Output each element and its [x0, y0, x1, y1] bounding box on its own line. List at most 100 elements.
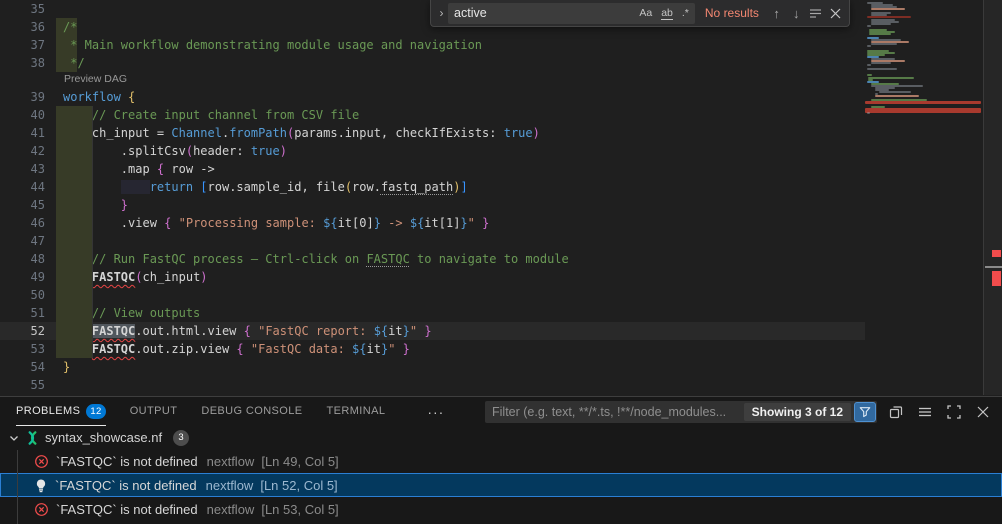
- code-line-51[interactable]: 51 // View outputs: [0, 304, 865, 322]
- code-line-50[interactable]: 50: [0, 286, 865, 304]
- code-line-41[interactable]: 41 ch_input = Channel.fromPath(params.in…: [0, 124, 865, 142]
- code-line-40[interactable]: 40 // Create input channel from CSV file: [0, 106, 865, 124]
- code-token: ${: [352, 342, 366, 356]
- code-line-44[interactable]: 44 return [row.sample_id, file(row.fastq…: [0, 178, 865, 196]
- code-token: ): [280, 144, 287, 158]
- line-number: 55: [0, 376, 45, 394]
- problem-location: [Ln 52, Col 5]: [260, 478, 337, 493]
- code-token: ${: [323, 216, 337, 230]
- tab-terminal[interactable]: TERMINAL: [327, 397, 386, 426]
- close-find-icon[interactable]: [825, 3, 845, 24]
- code-text: workflow {: [63, 88, 135, 106]
- code-line-42[interactable]: 42 .splitCsv(header: true): [0, 142, 865, 160]
- panel-tabs: PROBLEMS 12 OUTPUT DEBUG CONSOLE TERMINA…: [0, 397, 444, 426]
- file-name: syntax_showcase.nf: [45, 430, 162, 445]
- code-text: }: [63, 358, 70, 376]
- problems-file-group[interactable]: syntax_showcase.nf 3: [0, 426, 1002, 449]
- find-in-selection-icon[interactable]: [806, 3, 826, 24]
- match-case-icon[interactable]: Aa: [635, 5, 656, 21]
- code-editor[interactable]: 3536/*37 * Main workflow demonstrating m…: [0, 0, 865, 395]
- find-results-label: No results: [705, 6, 759, 20]
- code-line-39[interactable]: 39workflow {: [0, 88, 865, 106]
- code-token: [63, 270, 92, 284]
- problem-row[interactable]: `FASTQC` is not definednextflow[Ln 49, C…: [0, 449, 1002, 473]
- next-match-icon[interactable]: ↓: [786, 3, 806, 24]
- close-panel-icon[interactable]: [972, 401, 994, 423]
- codelens-preview-dag[interactable]: Preview DAG: [0, 72, 865, 88]
- minimap-line: [867, 64, 871, 66]
- previous-match-icon[interactable]: ↑: [767, 3, 787, 24]
- line-number: 46: [0, 214, 45, 232]
- code-line-45[interactable]: 45 }: [0, 196, 865, 214]
- code-line-49[interactable]: 49 FASTQC(ch_input): [0, 268, 865, 286]
- code-token: [: [200, 180, 207, 194]
- overview-ruler: [983, 0, 1002, 395]
- minimap-line: [871, 62, 891, 64]
- code-text: ch_input = Channel.fromPath(params.input…: [63, 124, 540, 142]
- minimap-line: [867, 25, 871, 27]
- tab-output[interactable]: OUTPUT: [130, 397, 178, 426]
- panel-header: PROBLEMS 12 OUTPUT DEBUG CONSOLE TERMINA…: [0, 397, 1002, 426]
- code-token: [171, 216, 178, 230]
- code-token: fastq_path: [381, 180, 453, 194]
- problems-filter-input[interactable]: [492, 405, 744, 419]
- regex-icon[interactable]: .*: [678, 5, 693, 21]
- code-line-53[interactable]: 53 FASTQC.out.zip.view { "FastQC data: $…: [0, 340, 865, 358]
- filter-funnel-icon[interactable]: [854, 402, 876, 422]
- code-line-37[interactable]: 37 * Main workflow demonstrating module …: [0, 36, 865, 54]
- whole-word-icon[interactable]: ab: [657, 5, 677, 21]
- code-text: FASTQC(ch_input): [63, 268, 208, 286]
- tab-problems[interactable]: PROBLEMS 12: [16, 397, 106, 426]
- code-token: {: [236, 342, 243, 356]
- line-number: 41: [0, 124, 45, 142]
- scope-highlight-band: [56, 286, 92, 304]
- minimap-line: [868, 77, 914, 79]
- code-line-38[interactable]: 38 */: [0, 54, 865, 72]
- minimap-line: [865, 110, 981, 113]
- code-token: "Processing sample:: [179, 216, 324, 230]
- minimap[interactable]: [865, 0, 983, 395]
- code-token: }: [374, 216, 381, 230]
- line-number: 52: [0, 322, 45, 340]
- code-line-46[interactable]: 46 .view { "Processing sample: ${it[0]} …: [0, 214, 865, 232]
- minimap-line: [871, 8, 905, 10]
- line-number: 45: [0, 196, 45, 214]
- toggle-replace-chevron-icon[interactable]: ›: [435, 0, 448, 26]
- code-token: .splitCsv: [63, 144, 186, 158]
- code-line-47[interactable]: 47: [0, 232, 865, 250]
- tab-problems-label: PROBLEMS: [16, 405, 80, 417]
- code-token: {: [128, 90, 135, 104]
- problem-row[interactable]: `FASTQC` is not definednextflow[Ln 52, C…: [0, 473, 1002, 497]
- code-token: .map: [63, 162, 157, 176]
- code-text: // Run FastQC process – Ctrl-click on FA…: [63, 250, 569, 268]
- code-token: (: [135, 270, 142, 284]
- code-token: row ->: [164, 162, 215, 176]
- code-token: ": [410, 324, 417, 338]
- code-line-52[interactable]: 52 FASTQC.out.html.view { "FastQC report…: [0, 322, 865, 340]
- more-views-icon[interactable]: ···: [427, 404, 444, 420]
- problem-source: nextflow: [207, 454, 255, 469]
- showing-count-badge: Showing 3 of 12: [744, 403, 851, 421]
- collapse-all-icon[interactable]: [885, 401, 907, 423]
- code-token: }: [403, 324, 410, 338]
- line-number: 42: [0, 142, 45, 160]
- code-token: .out.zip.view: [135, 342, 236, 356]
- code-token: (: [186, 144, 193, 158]
- code-token: it: [367, 342, 381, 356]
- code-token: params.input, checkIfExists:: [294, 126, 504, 140]
- view-as-table-icon[interactable]: [914, 401, 936, 423]
- code-line-54[interactable]: 54}: [0, 358, 865, 376]
- scope-highlight-band: [56, 232, 92, 250]
- code-line-55[interactable]: 55: [0, 376, 865, 394]
- code-line-48[interactable]: 48 // Run FastQC process – Ctrl-click on…: [0, 250, 865, 268]
- problem-row[interactable]: `FASTQC` is not definednextflow[Ln 53, C…: [0, 497, 1002, 521]
- find-input[interactable]: [454, 6, 634, 20]
- problem-message: `FASTQC` is not defined: [56, 454, 198, 469]
- code-token: .out.html.view: [135, 324, 243, 338]
- code-line-43[interactable]: 43 .map { row ->: [0, 160, 865, 178]
- code-token: [63, 108, 92, 122]
- maximize-panel-icon[interactable]: [943, 401, 965, 423]
- code-token: ]: [460, 180, 467, 194]
- tab-debug-console[interactable]: DEBUG CONSOLE: [201, 397, 302, 426]
- code-token: }: [460, 216, 467, 230]
